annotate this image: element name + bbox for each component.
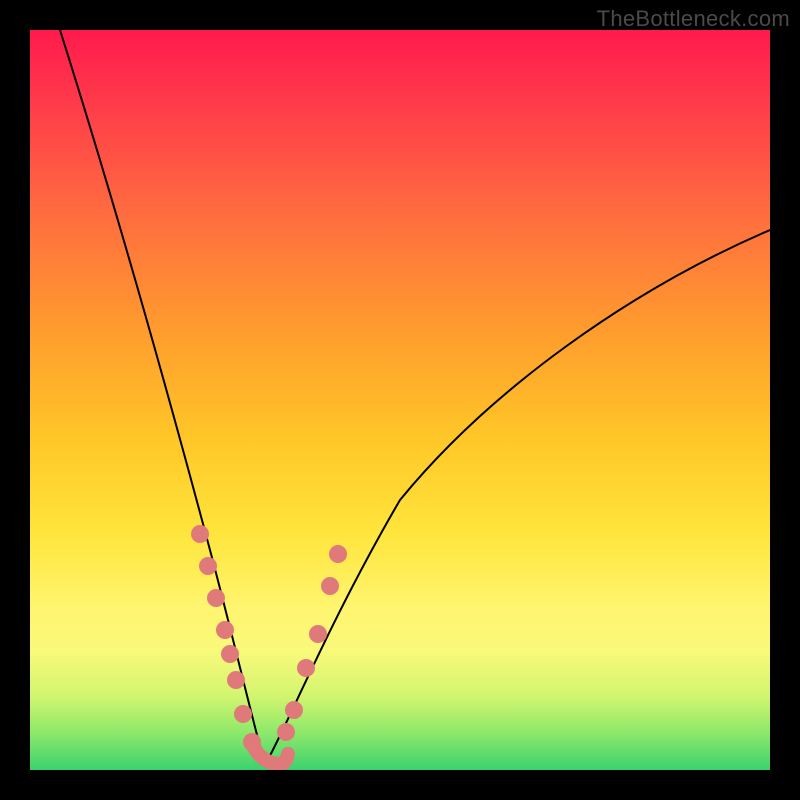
marker-point (243, 733, 261, 751)
marker-point (227, 671, 245, 689)
minimum-elbow-marker (252, 744, 288, 764)
marker-point (216, 621, 234, 639)
right-branch-curve (265, 230, 770, 765)
marker-point (234, 705, 252, 723)
highlighted-points (191, 525, 347, 751)
left-branch-curve (60, 30, 265, 765)
plot-area (30, 30, 770, 770)
curve-layer (30, 30, 770, 770)
marker-point (285, 701, 303, 719)
marker-point (207, 589, 225, 607)
marker-point (297, 659, 315, 677)
marker-point (329, 545, 347, 563)
chart-frame: TheBottleneck.com (0, 0, 800, 800)
marker-point (321, 577, 339, 595)
marker-point (221, 645, 239, 663)
watermark-text: TheBottleneck.com (597, 6, 790, 32)
marker-point (277, 723, 295, 741)
marker-point (191, 525, 209, 543)
marker-point (309, 625, 327, 643)
marker-point (199, 557, 217, 575)
